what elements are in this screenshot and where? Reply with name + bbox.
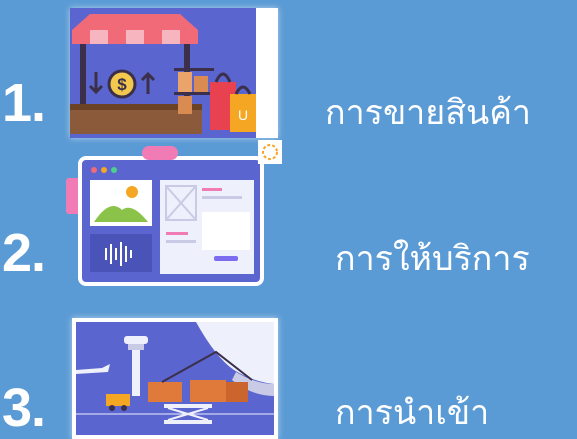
item-1-thumbnail: $ U	[70, 8, 278, 138]
item-1-number: 1.	[2, 73, 46, 133]
item-3-number: 3.	[2, 378, 46, 438]
item-2-thumbnail	[66, 140, 288, 290]
item-3-label: การนำเข้า	[335, 393, 490, 433]
svg-text:$: $	[117, 75, 127, 94]
svg-text:U: U	[238, 107, 248, 123]
market-stall-icon: $ U	[70, 8, 278, 138]
item-3-thumbnail	[72, 318, 278, 439]
item-2-number: 2.	[2, 223, 46, 283]
item-1-label: การขายสินค้า	[325, 93, 532, 133]
web-service-icon	[66, 140, 282, 286]
item-2-label: การให้บริการ	[335, 239, 530, 279]
air-cargo-icon	[76, 322, 274, 435]
